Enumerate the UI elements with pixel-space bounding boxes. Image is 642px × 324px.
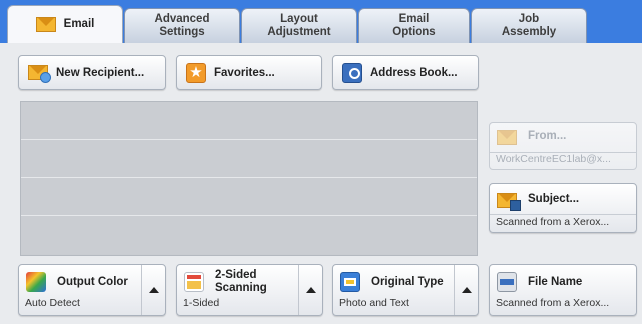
tab-job-assembly-label: Job Assembly (501, 13, 557, 38)
divider (490, 214, 636, 215)
output-color-value: Auto Detect (25, 297, 80, 309)
envelope-icon (35, 17, 56, 32)
address-book-icon (342, 62, 362, 83)
subject-envelope-icon (497, 193, 521, 211)
tab-email-options-label: Email Options (392, 13, 436, 38)
tab-layout-adjustment-label: Layout Adjustment (267, 13, 331, 38)
subject-label: Subject... (528, 193, 580, 205)
from-button[interactable]: From... WorkCentreEC1lab@x... (489, 122, 637, 170)
file-name-icon (497, 272, 517, 292)
tab-email-label: Email (63, 18, 95, 30)
new-recipient-label: New Recipient... (56, 66, 145, 79)
tab-layout-adjustment[interactable]: Layout Adjustment (241, 8, 357, 43)
output-color-icon (26, 272, 46, 292)
list-item[interactable] (21, 140, 477, 178)
tab-advanced-settings[interactable]: Advanced Settings (124, 8, 240, 43)
two-sided-label: 2-Sided Scanning (215, 269, 267, 294)
tab-bar: Email Advanced Settings Layout Adjustmen… (0, 0, 642, 43)
address-book-button[interactable]: Address Book... (332, 55, 479, 90)
new-recipient-icon (28, 65, 51, 83)
file-name-label: File Name (528, 276, 583, 288)
address-book-label: Address Book... (370, 66, 458, 79)
subject-button[interactable]: Subject... Scanned from a Xerox... (489, 183, 637, 233)
original-type-icon (340, 272, 360, 292)
favorites-button[interactable]: ★ Favorites... (176, 55, 322, 90)
subject-value: Scanned from a Xerox... (496, 216, 610, 228)
new-recipient-button[interactable]: New Recipient... (18, 55, 166, 90)
tab-email[interactable]: Email (7, 5, 123, 43)
two-sided-scanning-button[interactable]: 2-Sided Scanning 1-Sided (176, 264, 323, 316)
tab-email-options[interactable]: Email Options (358, 8, 470, 43)
list-item[interactable] (21, 102, 477, 140)
tab-job-assembly[interactable]: Job Assembly (471, 8, 587, 43)
list-item[interactable] (21, 216, 477, 254)
file-name-value: Scanned from a Xerox... (496, 297, 610, 309)
favorites-label: Favorites... (214, 66, 275, 79)
star-icon: ★ (186, 62, 206, 83)
two-sided-value: 1-Sided (183, 297, 220, 309)
from-label: From... (528, 130, 567, 142)
original-type-value: Photo and Text (339, 297, 409, 309)
output-color-label: Output Color (57, 276, 128, 288)
output-color-button[interactable]: Output Color Auto Detect (18, 264, 166, 316)
output-color-up-arrow[interactable] (141, 265, 165, 315)
original-type-up-arrow[interactable] (454, 265, 478, 315)
from-envelope-icon (497, 130, 517, 145)
original-type-button[interactable]: Original Type Photo and Text (332, 264, 479, 316)
original-type-label: Original Type (371, 276, 444, 288)
two-sided-up-arrow[interactable] (298, 265, 322, 315)
from-value: WorkCentreEC1lab@x... (496, 153, 611, 165)
two-sided-icon (184, 272, 204, 292)
tab-advanced-settings-label: Advanced Settings (154, 13, 210, 38)
recipient-list[interactable] (20, 101, 478, 256)
list-item[interactable] (21, 178, 477, 216)
file-name-button[interactable]: File Name Scanned from a Xerox... (489, 264, 637, 316)
